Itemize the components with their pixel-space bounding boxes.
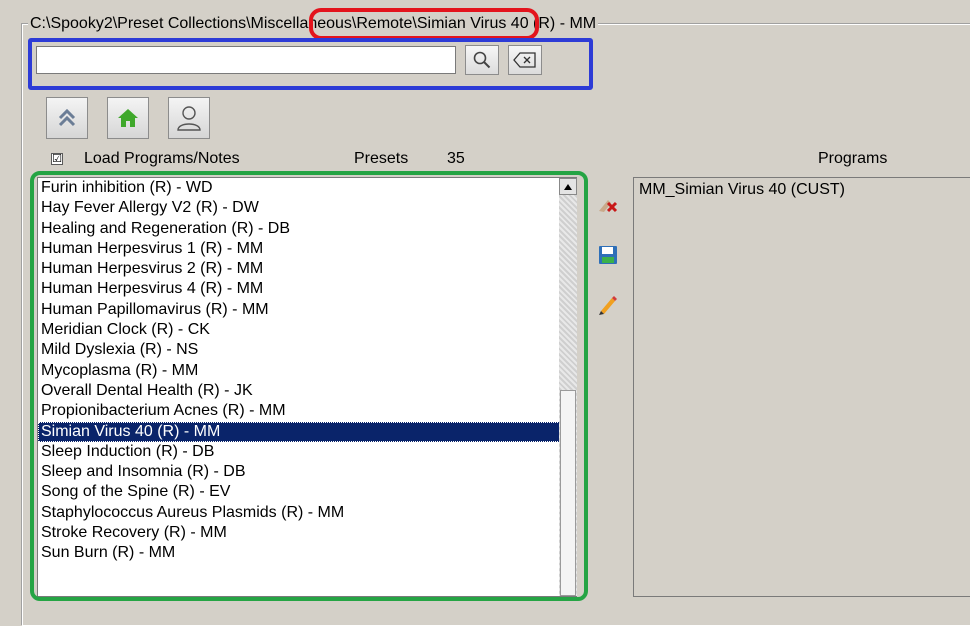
remove-preset-button[interactable] [593,188,623,218]
load-programs-label: Load Programs/Notes [84,150,240,167]
remove-preset-icon [599,200,618,213]
load-programs-checkbox[interactable]: ☑ [51,153,63,165]
program-item[interactable]: MM_Simian Virus 40 (CUST) [639,180,845,200]
presets-label: Presets [354,150,409,167]
up-level-button[interactable] [46,97,88,139]
edit-pencil-icon [599,296,617,315]
presets-count: 35 [447,150,465,167]
programs-label: Programs [818,150,888,167]
search-highlight-box [28,38,593,90]
list-highlight-box [30,171,588,601]
home-button[interactable] [107,97,149,139]
home-icon [118,109,138,127]
edit-button[interactable] [593,289,623,319]
user-icon [177,106,201,131]
double-chevron-up-icon [58,108,76,127]
save-button[interactable] [593,240,623,270]
save-icon [599,246,617,264]
path-highlight-box [309,8,539,40]
user-button[interactable] [168,97,210,139]
programs-list[interactable] [633,177,970,597]
